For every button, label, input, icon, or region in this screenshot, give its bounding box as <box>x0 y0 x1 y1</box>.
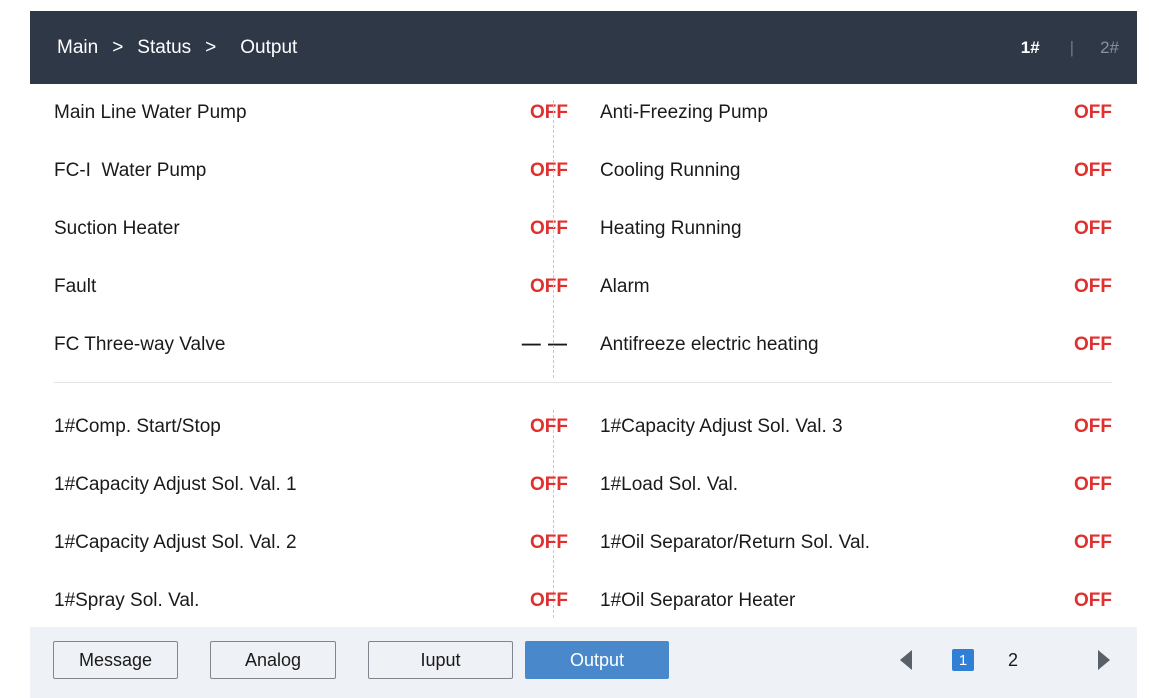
output-value: — — <box>521 334 568 355</box>
output-label: 1#Capacity Adjust Sol. Val. 2 <box>54 532 297 553</box>
section-divider <box>54 382 1112 383</box>
output-label: 1#Capacity Adjust Sol. Val. 1 <box>54 474 297 495</box>
triangle-left-icon <box>900 650 912 670</box>
breadcrumb-output: Output <box>240 36 298 58</box>
output-label: Fault <box>54 276 97 297</box>
page-1-button[interactable]: 1 <box>952 649 974 671</box>
breadcrumb-separator: > <box>205 36 217 58</box>
breadcrumb-status[interactable]: Status <box>137 37 191 59</box>
output-value: OFF <box>1074 102 1112 123</box>
compressor-outputs: 1#Comp. Start/Stop OFF 1#Capacity Adjust… <box>30 398 1137 630</box>
header-bar: Main > Status > Output 1# | 2# <box>30 11 1137 84</box>
output-value: OFF <box>1074 416 1112 437</box>
triangle-right-icon <box>1098 650 1110 670</box>
output-label: Cooling Running <box>600 160 741 181</box>
output-row: 1#Capacity Adjust Sol. Val. 1 OFF 1#Load… <box>30 456 1137 514</box>
output-value: OFF <box>530 160 568 181</box>
output-label: Antifreeze electric heating <box>600 334 819 355</box>
output-label: 1#Oil Separator Heater <box>600 590 796 611</box>
output-label: Suction Heater <box>54 218 180 239</box>
footer-bar: Message Analog Iuput Output 1 2 <box>30 627 1137 698</box>
breadcrumb-main[interactable]: Main <box>57 37 98 59</box>
output-row: FC-I Water Pump OFF Cooling Running OFF <box>30 142 1137 200</box>
output-label: 1#Spray Sol. Val. <box>54 590 200 611</box>
output-value: OFF <box>530 416 568 437</box>
column-divider <box>553 100 554 378</box>
output-label: Anti-Freezing Pump <box>600 102 768 123</box>
unit-1-tab[interactable]: 1# <box>1021 38 1040 58</box>
output-row: Fault OFF Alarm OFF <box>30 258 1137 316</box>
output-value: OFF <box>1074 218 1112 239</box>
tab-output[interactable]: Output <box>525 641 669 679</box>
prev-page-button[interactable] <box>898 641 914 679</box>
output-value: OFF <box>1074 474 1112 495</box>
output-value: OFF <box>1074 532 1112 553</box>
output-value: OFF <box>1074 590 1112 611</box>
general-outputs: Main Line Water Pump OFF Anti-Freezing P… <box>30 84 1137 374</box>
tab-input[interactable]: Iuput <box>368 641 513 679</box>
output-label: FC-I Water Pump <box>54 160 207 181</box>
output-label: 1#Load Sol. Val. <box>600 474 739 495</box>
breadcrumb: Main > Status > Output <box>57 11 297 84</box>
output-row: 1#Comp. Start/Stop OFF 1#Capacity Adjust… <box>30 398 1137 456</box>
next-page-button[interactable] <box>1096 641 1112 679</box>
output-label: FC Three-way Valve <box>54 334 226 355</box>
output-label: Heating Running <box>600 218 742 239</box>
output-value: OFF <box>530 276 568 297</box>
output-value: OFF <box>530 590 568 611</box>
output-label: 1#Capacity Adjust Sol. Val. 3 <box>600 416 843 437</box>
output-value: OFF <box>1074 276 1112 297</box>
unit-2-tab[interactable]: 2# <box>1100 38 1119 58</box>
breadcrumb-separator: > <box>112 36 124 58</box>
unit-switch: 1# | 2# <box>1021 11 1119 84</box>
output-row: FC Three-way Valve — — Antifreeze electr… <box>30 316 1137 374</box>
output-label: Main Line Water Pump <box>54 102 247 123</box>
output-label: 1#Comp. Start/Stop <box>54 416 221 437</box>
output-row: 1#Spray Sol. Val. OFF 1#Oil Separator He… <box>30 572 1137 630</box>
tab-analog[interactable]: Analog <box>210 641 336 679</box>
output-row: Suction Heater OFF Heating Running OFF <box>30 200 1137 258</box>
unit-divider: | <box>1069 37 1075 57</box>
output-label: 1#Oil Separator/Return Sol. Val. <box>600 532 871 553</box>
output-row: Main Line Water Pump OFF Anti-Freezing P… <box>30 84 1137 142</box>
output-value: OFF <box>1074 334 1112 355</box>
page-2-button[interactable]: 2 <box>1002 641 1024 679</box>
output-label: Alarm <box>600 276 650 297</box>
output-value: OFF <box>530 532 568 553</box>
tab-message[interactable]: Message <box>53 641 178 679</box>
output-value: OFF <box>530 218 568 239</box>
output-value: OFF <box>1074 160 1112 181</box>
output-value: OFF <box>530 474 568 495</box>
output-row: 1#Capacity Adjust Sol. Val. 2 OFF 1#Oil … <box>30 514 1137 572</box>
output-value: OFF <box>530 102 568 123</box>
